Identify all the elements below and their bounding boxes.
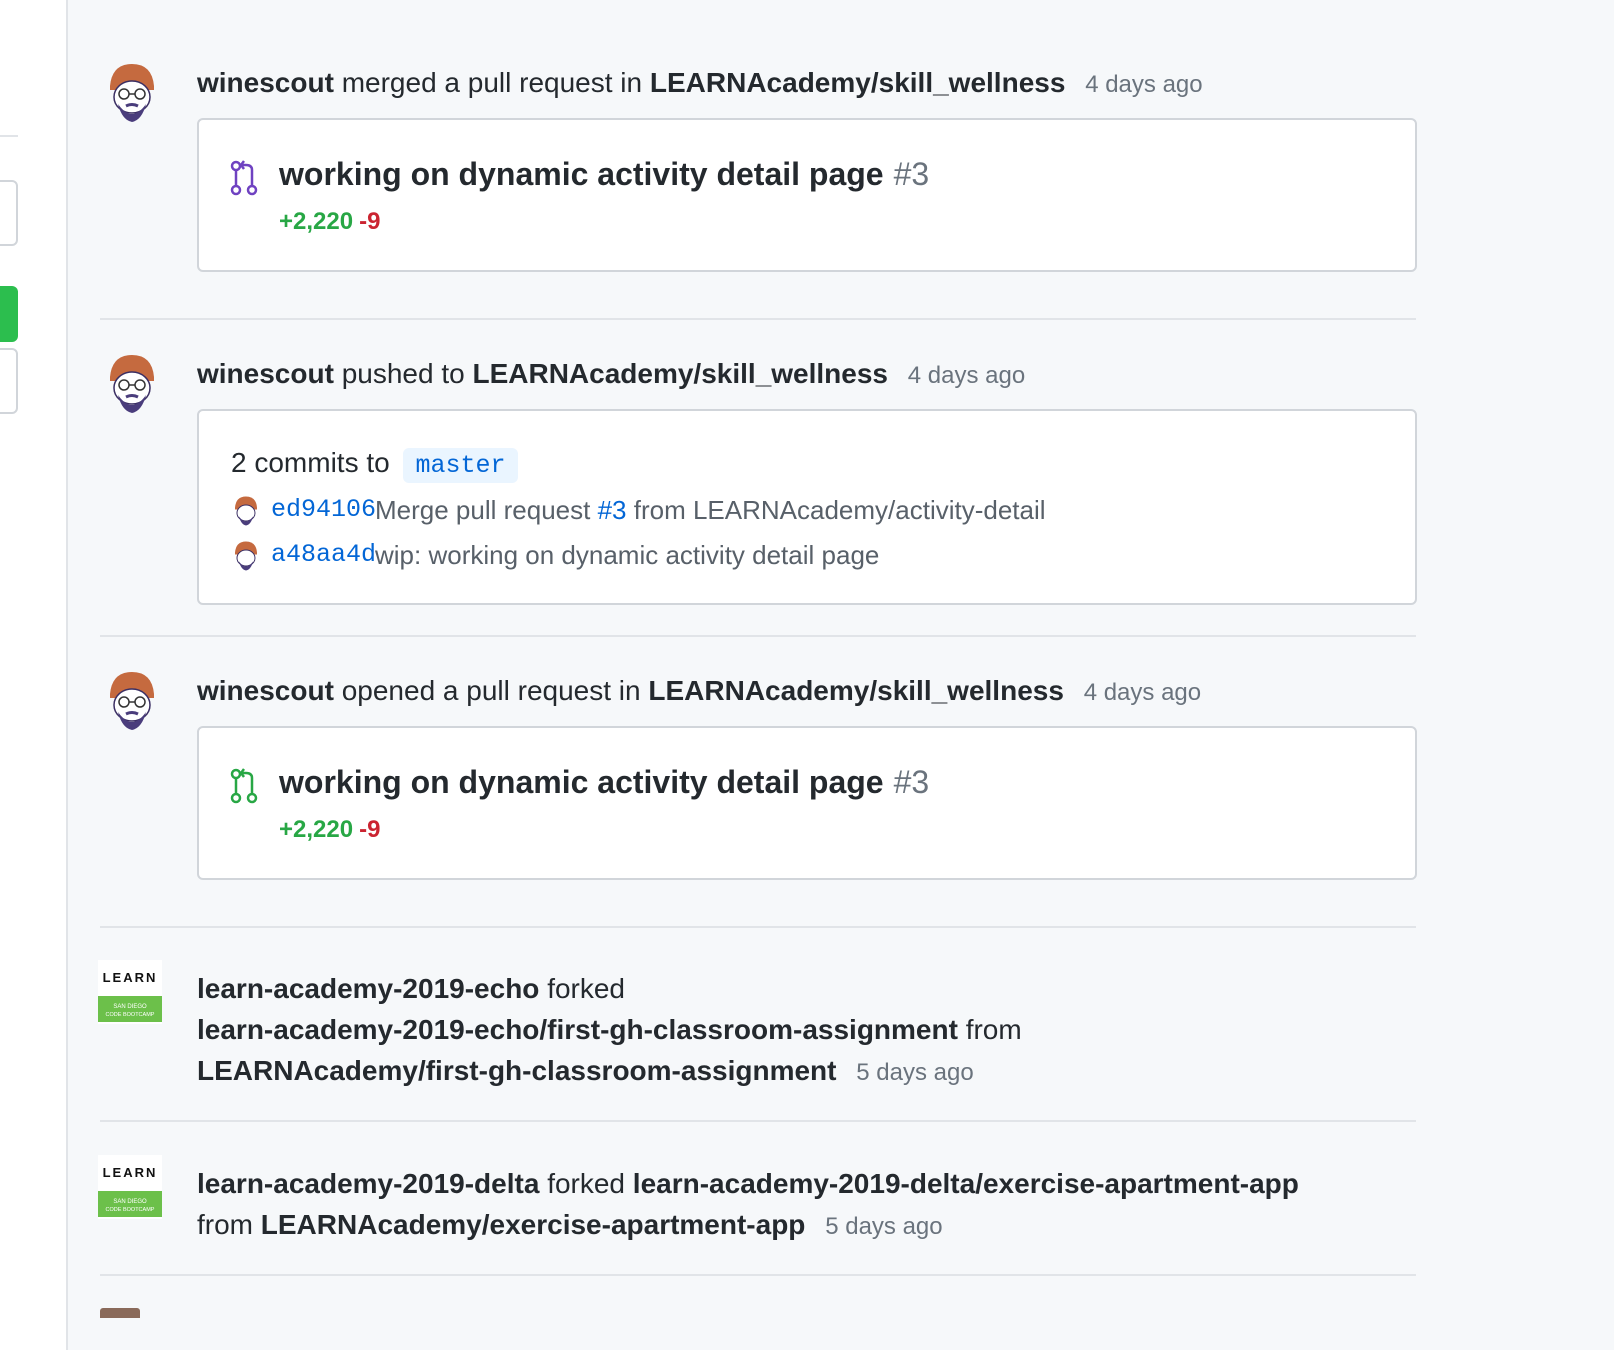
sidebar-input-edge[interactable] [0, 348, 18, 414]
feed-divider [100, 1274, 1416, 1276]
pr-title-text[interactable]: working on dynamic activity detail page [279, 156, 884, 192]
event-headline: winescout pushed to LEARNAcademy/skill_w… [197, 353, 1025, 397]
pull-request-card: working on dynamic activity detail page #… [197, 726, 1417, 880]
fork-target-link[interactable]: learn-academy-2019-echo/first-gh-classro… [197, 1014, 958, 1045]
pr-number[interactable]: #3 [894, 764, 930, 800]
fork-source-link[interactable]: LEARNAcademy/first-gh-classroom-assignme… [197, 1055, 836, 1086]
pull-request-title[interactable]: working on dynamic activity detail page #… [279, 156, 929, 193]
left-sidebar [0, 0, 68, 1350]
feed-divider [100, 1120, 1416, 1122]
commit-message: Merge pull request #3 from LEARNAcademy/… [375, 495, 1046, 526]
event-time[interactable]: 4 days ago [908, 362, 1025, 389]
org-avatar[interactable]: LEARN SAN DIEGO CODE BOOTCAMP [98, 960, 162, 1024]
additions-count: +2,220 [279, 816, 354, 843]
avatar[interactable] [106, 62, 158, 126]
commit-sha[interactable]: a48aa4d [271, 540, 376, 569]
pr-title-text[interactable]: working on dynamic activity detail page [279, 764, 884, 800]
actor-link[interactable]: winescout [197, 358, 334, 389]
deletions-count: -9 [359, 208, 381, 235]
event-time[interactable]: 5 days ago [825, 1213, 942, 1240]
event-time[interactable]: 5 days ago [856, 1059, 973, 1086]
pr-reference-link[interactable]: #3 [598, 495, 627, 525]
logo-wordmark: LEARN [103, 970, 158, 985]
org-avatar[interactable]: LEARN SAN DIEGO CODE BOOTCAMP [98, 1155, 162, 1219]
actor-link[interactable]: winescout [197, 67, 334, 98]
event-action: forked [547, 1168, 626, 1199]
git-pull-request-merged-icon [229, 160, 259, 196]
event-headline: learn-academy-2019-echo forked learn-aca… [197, 968, 1417, 1093]
commits-summary-text[interactable]: 2 commits to [231, 447, 390, 478]
pr-number[interactable]: #3 [894, 156, 930, 192]
event-time[interactable]: 4 days ago [1085, 71, 1202, 98]
from-label: from [965, 1014, 1022, 1045]
repo-link[interactable]: LEARNAcademy/skill_wellness [472, 358, 888, 389]
sidebar-green-button-edge[interactable] [0, 286, 18, 342]
push-card: 2 commits to master ed94106 Merge pull r… [197, 409, 1417, 605]
actor-link[interactable]: learn-academy-2019-delta [197, 1168, 539, 1199]
actor-link[interactable]: winescout [197, 675, 334, 706]
git-pull-request-icon [229, 768, 259, 804]
pull-request-card: working on dynamic activity detail page #… [197, 118, 1417, 272]
event-time[interactable]: 4 days ago [1084, 679, 1201, 706]
feed-divider [100, 926, 1416, 928]
logo-line1: SAN DIEGO [113, 1004, 147, 1010]
event-action: pushed to [341, 358, 465, 389]
from-label: from [197, 1209, 253, 1240]
diff-stats: +2,220 -9 [279, 816, 380, 844]
avatar[interactable] [233, 540, 259, 579]
event-headline: winescout opened a pull request in LEARN… [197, 670, 1201, 714]
logo-line2: CODE BOOTCAMP [106, 1207, 155, 1213]
deletions-count: -9 [359, 816, 381, 843]
sidebar-input-edge[interactable] [0, 180, 18, 246]
feed-divider [100, 635, 1416, 637]
commits-summary: 2 commits to master [231, 447, 518, 483]
logo-wordmark: LEARN [103, 1165, 158, 1180]
repo-link[interactable]: LEARNAcademy/skill_wellness [650, 67, 1066, 98]
feed-divider [100, 318, 1416, 320]
actor-link[interactable]: learn-academy-2019-echo [197, 973, 539, 1004]
event-headline: winescout merged a pull request in LEARN… [197, 62, 1203, 106]
repo-link[interactable]: LEARNAcademy/skill_wellness [648, 675, 1064, 706]
event-headline: learn-academy-2019-delta forked learn-ac… [197, 1163, 1417, 1247]
event-action: merged a pull request in [341, 67, 643, 98]
avatar[interactable] [106, 670, 158, 734]
commit-message-text: Merge pull request [375, 495, 591, 525]
diff-stats: +2,220 -9 [279, 208, 380, 236]
avatar[interactable] [233, 495, 259, 534]
avatar[interactable] [100, 1308, 140, 1318]
commit-message-text: from LEARNAcademy/activity-detail [633, 495, 1046, 525]
sidebar-divider [0, 135, 18, 137]
commit-sha[interactable]: ed94106 [271, 495, 376, 524]
avatar[interactable] [106, 353, 158, 417]
commit-message: wip: working on dynamic activity detail … [375, 540, 880, 570]
additions-count: +2,220 [279, 208, 354, 235]
branch-label[interactable]: master [403, 448, 518, 483]
logo-line2: CODE BOOTCAMP [106, 1012, 155, 1018]
logo-line1: SAN DIEGO [113, 1199, 147, 1205]
fork-target-link[interactable]: learn-academy-2019-delta/exercise-apartm… [633, 1168, 1299, 1199]
fork-source-link[interactable]: LEARNAcademy/exercise-apartment-app [261, 1209, 806, 1240]
pull-request-title[interactable]: working on dynamic activity detail page #… [279, 764, 929, 801]
event-action: forked [547, 973, 626, 1004]
event-action: opened a pull request in [341, 675, 641, 706]
